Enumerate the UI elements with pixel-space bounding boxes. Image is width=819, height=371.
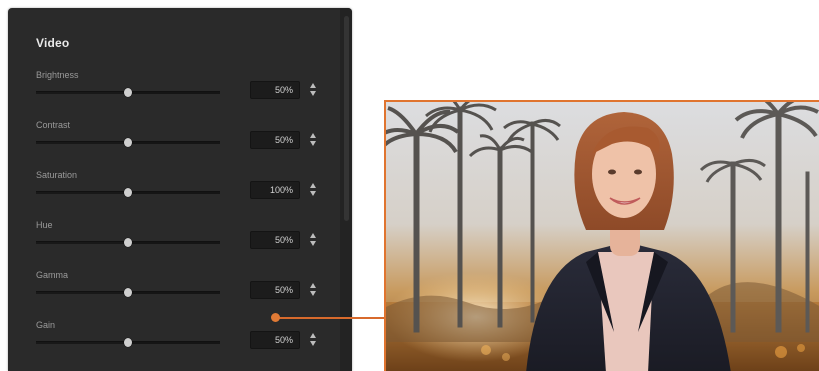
stepper-down-icon[interactable] bbox=[310, 341, 316, 346]
slider-fill bbox=[36, 292, 128, 294]
stepper-up-icon[interactable] bbox=[310, 283, 316, 288]
stepper-down-icon[interactable] bbox=[310, 291, 316, 296]
stepper-up-icon[interactable] bbox=[310, 183, 316, 188]
saturation-stepper[interactable] bbox=[308, 181, 318, 199]
setting-row-gain: Gain 50% bbox=[8, 320, 340, 370]
slider-thumb[interactable] bbox=[124, 138, 132, 147]
setting-row-hue: Hue 50% bbox=[8, 220, 340, 270]
slider-thumb[interactable] bbox=[124, 188, 132, 197]
slider-fill bbox=[36, 342, 128, 344]
stepper-up-icon[interactable] bbox=[310, 233, 316, 238]
setting-row-contrast: Contrast 50% bbox=[8, 120, 340, 170]
hue-stepper[interactable] bbox=[308, 231, 318, 249]
saturation-value-field[interactable]: 100% bbox=[250, 181, 300, 199]
panel-title: Video bbox=[36, 36, 70, 50]
setting-label: Brightness bbox=[36, 70, 79, 80]
slider-fill bbox=[36, 242, 128, 244]
setting-label: Saturation bbox=[36, 170, 78, 180]
brightness-stepper[interactable] bbox=[308, 81, 318, 99]
slider-thumb[interactable] bbox=[124, 338, 132, 347]
gain-slider[interactable] bbox=[36, 338, 220, 347]
contrast-stepper[interactable] bbox=[308, 131, 318, 149]
setting-label: Gain bbox=[36, 320, 56, 330]
contrast-slider[interactable] bbox=[36, 138, 220, 147]
hue-value-field[interactable]: 50% bbox=[250, 231, 300, 249]
gamma-stepper[interactable] bbox=[308, 281, 318, 299]
setting-label: Gamma bbox=[36, 270, 69, 280]
callout-line bbox=[276, 317, 384, 319]
slider-thumb[interactable] bbox=[124, 238, 132, 247]
brightness-value-field[interactable]: 50% bbox=[250, 81, 300, 99]
stepper-up-icon[interactable] bbox=[310, 333, 316, 338]
setting-label: Contrast bbox=[36, 120, 71, 130]
stepper-down-icon[interactable] bbox=[310, 141, 316, 146]
slider-fill bbox=[36, 192, 128, 194]
video-preview bbox=[384, 100, 819, 371]
slider-thumb[interactable] bbox=[124, 288, 132, 297]
slider-fill bbox=[36, 142, 128, 144]
stage: Video Brightness 50% Contrast 50% Satura… bbox=[0, 0, 819, 371]
callout-dot bbox=[271, 313, 280, 322]
contrast-value-field[interactable]: 50% bbox=[250, 131, 300, 149]
saturation-slider[interactable] bbox=[36, 188, 220, 197]
slider-thumb[interactable] bbox=[124, 88, 132, 97]
gain-value-field[interactable]: 50% bbox=[250, 331, 300, 349]
stepper-down-icon[interactable] bbox=[310, 241, 316, 246]
stepper-up-icon[interactable] bbox=[310, 133, 316, 138]
scrollbar-thumb[interactable] bbox=[344, 16, 349, 221]
setting-row-gamma: Gamma 50% bbox=[8, 270, 340, 320]
video-preview-image bbox=[386, 102, 819, 371]
stepper-up-icon[interactable] bbox=[310, 83, 316, 88]
stepper-down-icon[interactable] bbox=[310, 91, 316, 96]
setting-row-saturation: Saturation 100% bbox=[8, 170, 340, 220]
stepper-down-icon[interactable] bbox=[310, 191, 316, 196]
gamma-value-field[interactable]: 50% bbox=[250, 281, 300, 299]
hue-slider[interactable] bbox=[36, 238, 220, 247]
setting-row-brightness: Brightness 50% bbox=[8, 70, 340, 120]
gain-stepper[interactable] bbox=[308, 331, 318, 349]
brightness-slider[interactable] bbox=[36, 88, 220, 97]
setting-label: Hue bbox=[36, 220, 53, 230]
slider-fill bbox=[36, 92, 128, 94]
gamma-slider[interactable] bbox=[36, 288, 220, 297]
